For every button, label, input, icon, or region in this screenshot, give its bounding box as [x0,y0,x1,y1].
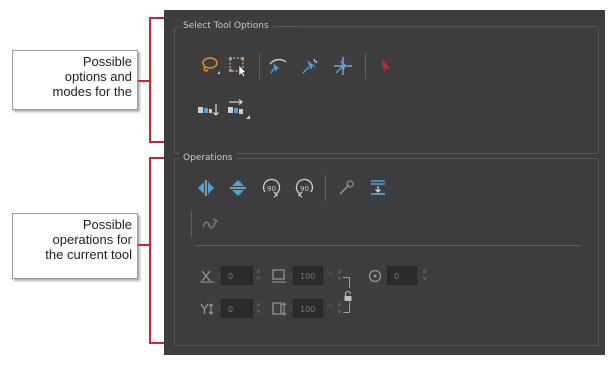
rotate-90-ccw-button[interactable]: 90 [293,177,315,199]
angle-icon [367,268,383,289]
smooth-button[interactable] [199,213,221,235]
apply-to-line-button[interactable] [197,99,219,121]
offset-x-icon [199,269,215,288]
height-spinner[interactable]: ▲ ▼ [336,301,343,317]
marquee-select-icon [227,55,249,77]
flip-horizontal-button[interactable] [195,177,217,199]
rotate-cw-label: 90 [267,185,276,193]
lasso-icon [199,55,221,77]
width-unit: % [327,271,334,278]
height-field[interactable]: 100 [293,299,323,318]
apply-to-all-icon [225,97,251,123]
height-icon [271,301,287,322]
select-arrow-button[interactable] [375,55,397,77]
offset-y-field[interactable]: 0 [221,299,253,318]
create-color-art-button[interactable] [335,177,357,199]
select-by-color-icon [267,55,289,77]
operations-separator-1 [325,175,326,201]
select-drawing-button[interactable] [299,55,321,77]
width-field[interactable]: 100 [293,266,323,285]
operations-group: Operations 90 90 0 ▲ ▼ 100 % ▲ ▼ 0 ▲ ▼ 0… [174,151,599,346]
flip-vertical-button[interactable] [227,177,249,199]
select-drawing-icon [299,55,321,77]
lock-bracket-top [343,277,350,288]
select-stroke-button[interactable] [331,55,353,77]
height-unit: % [327,304,334,311]
bracket-top-vertical [149,17,151,143]
apply-to-line-icon [196,99,220,121]
width-icon [271,268,287,289]
bracket-bottom-upper [149,157,165,159]
rotate-90-ccw-icon: 90 [292,177,316,199]
angle-field[interactable]: 0 [387,266,417,285]
rotate-90-cw-button[interactable]: 90 [261,177,283,199]
offset-y-icon [199,302,215,321]
lock-bracket-bottom [343,302,350,313]
rotate-90-cw-icon: 90 [260,177,284,199]
select-by-color-button[interactable] [267,55,289,77]
smooth-icon [199,213,221,235]
rotate-ccw-label: 90 [300,185,309,193]
bracket-top-upper [149,17,165,19]
select-separator-1 [259,53,260,79]
operations-title: Operations [179,151,264,165]
callout-operations: Possible operations for the current tool [12,213,138,279]
marquee-mode-button[interactable] [227,55,249,77]
create-color-art-icon [335,177,357,199]
offset-x-spinner[interactable]: ▲ ▼ [255,268,262,284]
flatten-icon [367,177,389,199]
select-arrow-icon [375,55,397,77]
callout-options-modes: Possible options and modes for the [12,50,138,110]
apply-to-all-button[interactable] [225,97,251,123]
select-tool-options-group: Select Tool Options [174,19,599,154]
bracket-top-lower [149,141,165,143]
operations-separator-2 [191,211,192,237]
operations-divider [195,245,581,246]
width-spinner[interactable]: ▲ ▼ [336,268,343,284]
flatten-button[interactable] [367,177,389,199]
offset-x-field[interactable]: 0 [221,266,253,285]
bracket-bottom-lower [149,342,165,344]
select-tool-options-title: Select Tool Options [179,19,299,33]
flip-vertical-icon [227,177,249,199]
select-separator-2 [365,53,366,79]
offset-y-spinner[interactable]: ▲ ▼ [255,301,262,317]
lasso-mode-button[interactable] [199,55,221,77]
select-stroke-icon [331,55,353,77]
bracket-bottom-vertical [149,157,151,344]
angle-spinner[interactable]: ▲ ▼ [421,268,428,284]
flip-horizontal-icon [195,177,217,199]
tool-properties-panel: Select Tool Options Operations 90 90 0 ▲… [164,10,605,355]
